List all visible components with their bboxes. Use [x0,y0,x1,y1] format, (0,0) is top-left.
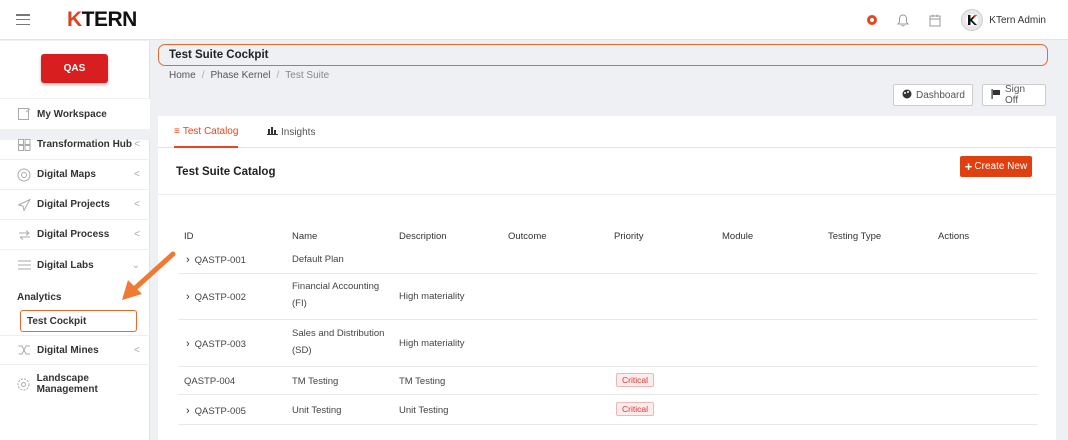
row-name-line: (FI) [292,298,307,309]
bar-chart-icon [267,126,278,138]
bell-icon[interactable] [897,13,910,27]
column-header-id[interactable]: ID [184,231,194,242]
row-name-line: (SD) [292,345,312,356]
sidebar: QAS My Workspace Transformation Hub < Di… [0,41,150,440]
table-row[interactable]: › QASTP-005 Unit Testing Unit Testing Cri… [178,395,1038,425]
workspace-icon [17,108,31,120]
tab-test-catalog[interactable]: ≡ Test Catalog [174,116,239,148]
row-name: Unit Testing [292,405,342,416]
row-name: TM Testing [292,376,339,387]
row-name: Financial Accounting (FI) [292,280,379,311]
sidebar-item-transformation-hub[interactable]: Transformation Hub < [0,130,150,160]
row-description: High materiality [399,291,465,302]
sidebar-item-landscape-management[interactable]: Landscape Management [0,369,150,399]
annotation-arrow-icon [122,251,176,300]
table-row[interactable]: QASTP-004 TM Testing TM Testing Critical [178,367,1038,395]
chevron-left-icon: < [134,229,140,240]
expand-caret-icon[interactable]: › [186,405,190,417]
row-id: QASTP-005 [194,406,246,417]
palette-icon [902,89,912,102]
test-catalog-card: ≡ Test Catalog Insights Test Suite Catal… [158,116,1056,440]
sign-off-button[interactable]: Sign Off [982,84,1046,106]
mines-icon [17,344,31,356]
priority-badge: Critical [616,373,654,387]
send-icon [17,198,31,211]
breadcrumb-test-suite: Test Suite [285,70,330,81]
tab-insights[interactable]: Insights [267,116,315,148]
user-avatar[interactable] [961,9,984,31]
sidebar-item-digital-projects[interactable]: Digital Projects < [0,190,150,220]
sidebar-subitem-test-cockpit[interactable]: Test Cockpit [20,310,137,332]
row-id: QASTP-003 [194,339,246,350]
row-id: QASTP-002 [194,292,246,303]
calendar-icon[interactable] [929,14,941,27]
gear-icon [17,378,31,390]
breadcrumb: Home / Phase Kernel / Test Suite [169,70,330,81]
row-description: TM Testing [399,376,446,387]
column-header-actions[interactable]: Actions [938,231,969,242]
expand-caret-icon[interactable]: › [186,254,190,266]
priority-badge: Critical [616,402,654,416]
sidebar-item-my-workspace[interactable]: My Workspace [0,99,150,129]
top-bar: KTERN KTern Admin [0,0,1068,40]
record-icon[interactable] [867,15,878,25]
expand-caret-icon[interactable]: › [186,338,190,350]
row-description: High materiality [399,338,465,349]
chevron-left-icon: < [134,139,140,150]
user-name[interactable]: KTern Admin [989,15,1046,26]
divider [158,194,1056,195]
chevron-left-icon: < [134,344,140,356]
table-row[interactable]: › QASTP-002 Financial Accounting (FI) High… [178,274,1038,320]
row-name-line: Sales and Distribution [292,328,385,339]
sidebar-item-digital-maps[interactable]: Digital Maps < [0,160,150,190]
expand-caret-icon[interactable]: › [186,291,190,303]
column-header-outcome[interactable]: Outcome [508,231,547,242]
table-row[interactable]: › QASTP-001 Default Plan [178,245,1038,274]
chevron-left-icon: < [134,199,140,210]
flag-icon [991,88,1001,102]
row-id: QASTP-001 [194,255,246,266]
row-name-line: Financial Accounting [292,281,380,292]
catalog-title: Test Suite Catalog [176,166,276,178]
row-name: Sales and Distribution (SD) [292,327,384,358]
plus-icon: + [964,159,973,174]
list-icon [17,259,31,271]
sidebar-item-digital-process[interactable]: Digital Process < [0,220,150,250]
list-icon: ≡ [174,125,180,137]
column-header-name[interactable]: Name [292,231,317,242]
ktern-logo[interactable]: KTERN [67,8,137,32]
breadcrumb-home[interactable]: Home [169,70,196,81]
sidebar-item-digital-mines[interactable]: Digital Mines < [0,335,150,365]
column-header-testing-type[interactable]: Testing Type [828,231,881,242]
process-icon [17,229,31,241]
environment-button[interactable]: QAS [41,54,108,83]
map-icon [17,168,31,181]
column-header-description[interactable]: Description [399,231,447,242]
tab-bar: ≡ Test Catalog Insights [158,116,1056,148]
chevron-left-icon: < [134,169,140,180]
breadcrumb-phase-kernel[interactable]: Phase Kernel [210,70,270,81]
row-description: Unit Testing [399,405,449,416]
row-id: QASTP-004 [184,376,236,387]
column-header-module[interactable]: Module [722,231,753,242]
page-title: Test Suite Cockpit [158,44,1048,66]
row-name: Default Plan [292,254,344,265]
dashboard-button[interactable]: Dashboard [893,84,973,106]
table-row[interactable]: › QASTP-003 Sales and Distribution (SD) Hi… [178,320,1038,367]
create-new-button[interactable]: + Create New [960,156,1032,177]
grid-icon [17,138,31,151]
hamburger-menu-icon[interactable] [16,14,30,25]
column-header-priority[interactable]: Priority [614,231,644,242]
